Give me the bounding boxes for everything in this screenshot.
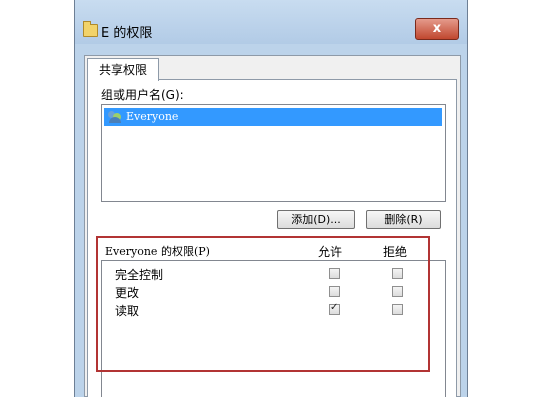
group-users-list[interactable]: Everyone — [101, 104, 446, 202]
title-bar[interactable]: E 的权限 x — [75, 0, 467, 44]
permissions-header: Everyone 的权限(P) — [105, 245, 210, 258]
allow-column-header: 允许 — [318, 245, 343, 259]
allow-checkbox[interactable] — [329, 286, 340, 297]
permission-row-change: 更改 — [102, 284, 447, 302]
remove-button[interactable]: 删除(R) — [366, 210, 441, 229]
deny-checkbox[interactable] — [392, 268, 403, 279]
permission-row-full-control: 完全控制 — [102, 266, 447, 284]
window-title: E 的权限 — [101, 26, 153, 41]
deny-checkbox[interactable] — [392, 286, 403, 297]
tab-share-permissions[interactable]: 共享权限 — [87, 58, 159, 81]
allow-checkbox[interactable] — [329, 268, 340, 279]
permissions-list: 完全控制 更改 读取 — [101, 260, 446, 397]
add-button[interactable]: 添加(D)... — [277, 210, 355, 229]
deny-checkbox[interactable] — [392, 304, 403, 315]
list-item-label: Everyone — [126, 110, 179, 123]
users-icon — [108, 111, 124, 123]
permission-row-read: 读取 — [102, 302, 447, 320]
close-button[interactable]: x — [415, 18, 459, 40]
folder-icon — [83, 21, 98, 37]
permission-label: 更改 — [115, 286, 140, 300]
permission-label: 完全控制 — [115, 268, 164, 282]
deny-column-header: 拒绝 — [383, 245, 408, 259]
permissions-window: E 的权限 x 共享权限 组或用户名(G): Everyone 添加(D)...… — [74, 0, 468, 397]
allow-checkbox[interactable] — [329, 302, 340, 315]
list-item-everyone[interactable]: Everyone — [104, 108, 442, 126]
permission-label: 读取 — [115, 304, 140, 318]
group-users-label: 组或用户名(G): — [101, 88, 184, 102]
